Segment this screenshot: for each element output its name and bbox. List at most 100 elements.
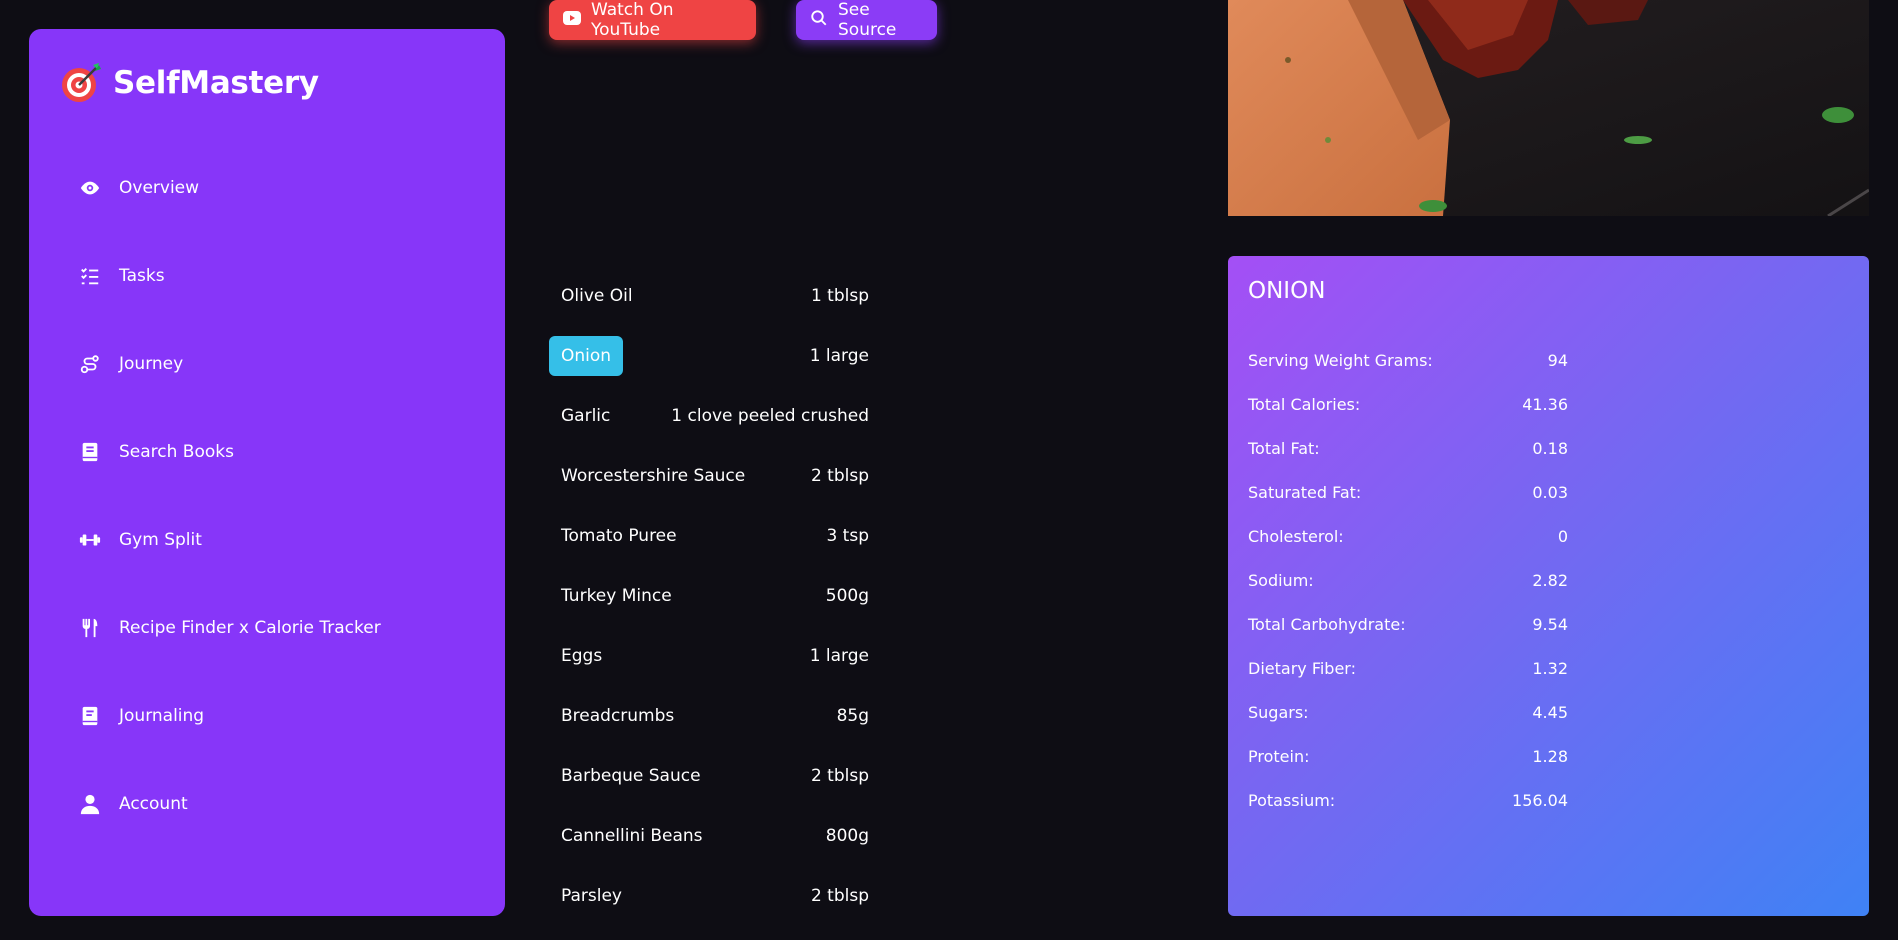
ingredient-quantity: 500g (825, 586, 869, 606)
ingredient-quantity: 3 tsp (826, 526, 869, 546)
nav-item-account[interactable]: Account (79, 784, 188, 824)
ingredient-row: Garlic 1 clove peeled crushed (549, 396, 869, 436)
journal-icon (79, 705, 101, 727)
nav-item-journey[interactable]: Journey (79, 344, 183, 384)
ingredient-name-selected[interactable]: Onion (549, 336, 624, 376)
source-button-label: See Source (838, 0, 897, 40)
nav-label: Journey (119, 354, 184, 374)
nav-item-gym-split[interactable]: Gym Split (79, 520, 202, 560)
ingredient-row: Barbeque Sauce 2 tblsp (549, 756, 869, 796)
nutrition-row: Cholesterol: 0 (1248, 525, 1568, 547)
nutrition-value: 0 (1557, 526, 1568, 546)
ingredient-name[interactable]: Tomato Puree (549, 516, 689, 556)
utensils-icon (79, 617, 101, 639)
nutrition-value: 4.45 (1532, 702, 1568, 722)
nutrition-row: Potassium: 156.04 (1248, 789, 1568, 811)
nav-label: Search Books (119, 442, 234, 462)
ingredient-quantity: 1 large (809, 346, 869, 366)
nutrition-title: ONION (1248, 278, 1326, 304)
ingredient-row: Turkey Mince 500g (549, 576, 869, 616)
ingredient-row: Eggs 1 large (549, 636, 869, 676)
nutrition-label: Potassium: (1248, 790, 1336, 810)
nutrition-label: Cholesterol: (1248, 526, 1344, 546)
nav-item-tasks[interactable]: Tasks (79, 256, 165, 296)
nav-item-search-books[interactable]: Search Books (79, 432, 234, 472)
ingredient-row: Tomato Puree 3 tsp (549, 516, 869, 556)
search-icon (810, 9, 828, 32)
nutrition-row: Saturated Fat: 0.03 (1248, 481, 1568, 503)
nutrition-label: Sugars: (1248, 702, 1309, 722)
nav-label: Journaling (119, 706, 205, 726)
nav-label: Recipe Finder x Calorie Tracker (119, 618, 381, 638)
nav-label: Tasks (119, 266, 165, 286)
ingredient-row: Olive Oil 1 tblsp (549, 276, 869, 316)
nutrition-label: Total Fat: (1248, 438, 1320, 458)
nav-item-journaling[interactable]: Journaling (79, 696, 204, 736)
ingredient-quantity: 1 large (809, 646, 869, 666)
ingredient-row: Parsley 2 tblsp (549, 876, 869, 916)
ingredient-row: Breadcrumbs 85g (549, 696, 869, 736)
nutrition-label: Dietary Fiber: (1248, 658, 1356, 678)
see-source-button[interactable]: See Source (796, 0, 937, 40)
nutrition-label: Saturated Fat: (1248, 482, 1362, 502)
ingredient-row: Worcestershire Sauce 2 tblsp (549, 456, 869, 496)
nutrition-label: Total Calories: (1248, 394, 1361, 414)
ingredient-row: Cannellini Beans 800g (549, 816, 869, 856)
sidebar: SelfMastery Overview Tasks Journey Searc… (29, 29, 505, 916)
nutrition-panel: ONION Serving Weight Grams: 94 Total Cal… (1228, 256, 1869, 916)
nutrition-label: Total Carbohydrate: (1248, 614, 1406, 634)
nutrition-label: Sodium: (1248, 570, 1314, 590)
nutrition-row: Total Calories: 41.36 (1248, 393, 1568, 415)
nutrition-value: 156.04 (1512, 790, 1568, 810)
nutrition-row: Sodium: 2.82 (1248, 569, 1568, 591)
nav-label: Overview (119, 178, 200, 198)
ingredient-quantity: 85g (836, 706, 869, 726)
ingredient-name[interactable]: Olive Oil (549, 276, 645, 316)
nutrition-row: Dietary Fiber: 1.32 (1248, 657, 1568, 679)
nutrition-value: 1.32 (1532, 658, 1568, 678)
nutrition-row: Total Fat: 0.18 (1248, 437, 1568, 459)
ingredient-name[interactable]: Cannellini Beans (549, 816, 715, 856)
recipe-photo (1228, 0, 1869, 216)
brand[interactable]: SelfMastery (59, 61, 319, 105)
ingredient-quantity: 2 tblsp (810, 766, 869, 786)
route-icon (79, 353, 101, 375)
ingredient-name[interactable]: Worcestershire Sauce (549, 456, 757, 496)
youtube-icon (563, 10, 581, 30)
tasks-list-icon (79, 265, 101, 287)
ingredient-name[interactable]: Garlic (549, 396, 622, 436)
brand-name: SelfMastery (113, 65, 319, 101)
nav-label: Gym Split (119, 530, 202, 550)
ingredient-quantity: 2 tblsp (810, 466, 869, 486)
ingredient-name[interactable]: Barbeque Sauce (549, 756, 713, 796)
ingredient-name[interactable]: Parsley (549, 876, 634, 916)
ingredient-quantity: 1 tblsp (810, 286, 869, 306)
nutrition-value: 1.28 (1532, 746, 1568, 766)
nutrition-row: Serving Weight Grams: 94 (1248, 349, 1568, 371)
ingredient-name[interactable]: Eggs (549, 636, 614, 676)
nutrition-value: 9.54 (1532, 614, 1568, 634)
nutrition-label: Serving Weight Grams: (1248, 350, 1433, 370)
youtube-button-label: Watch On YouTube (591, 0, 674, 40)
ingredient-quantity: 1 clove peeled crushed (671, 406, 869, 426)
nutrition-value: 0.18 (1532, 438, 1568, 458)
dumbbell-icon (79, 529, 101, 551)
ingredient-quantity: 2 tblsp (810, 886, 869, 906)
book-icon (79, 441, 101, 463)
nutrition-value: 0.03 (1532, 482, 1568, 502)
target-icon (59, 61, 103, 105)
nav-label: Account (119, 794, 188, 814)
nutrition-value: 94 (1547, 350, 1568, 370)
nav-item-overview[interactable]: Overview (79, 168, 199, 208)
watch-on-youtube-button[interactable]: Watch On YouTube (549, 0, 756, 40)
eye-icon (79, 177, 101, 199)
nutrition-row: Protein: 1.28 (1248, 745, 1568, 767)
nav-item-recipe-finder[interactable]: Recipe Finder x Calorie Tracker (79, 608, 381, 648)
nutrition-value: 41.36 (1522, 394, 1568, 414)
nutrition-row: Sugars: 4.45 (1248, 701, 1568, 723)
ingredient-name[interactable]: Breadcrumbs (549, 696, 686, 736)
ingredient-name[interactable]: Turkey Mince (549, 576, 684, 616)
nutrition-value: 2.82 (1532, 570, 1568, 590)
ingredient-row: Onion 1 large (549, 336, 869, 376)
user-icon (79, 793, 101, 815)
